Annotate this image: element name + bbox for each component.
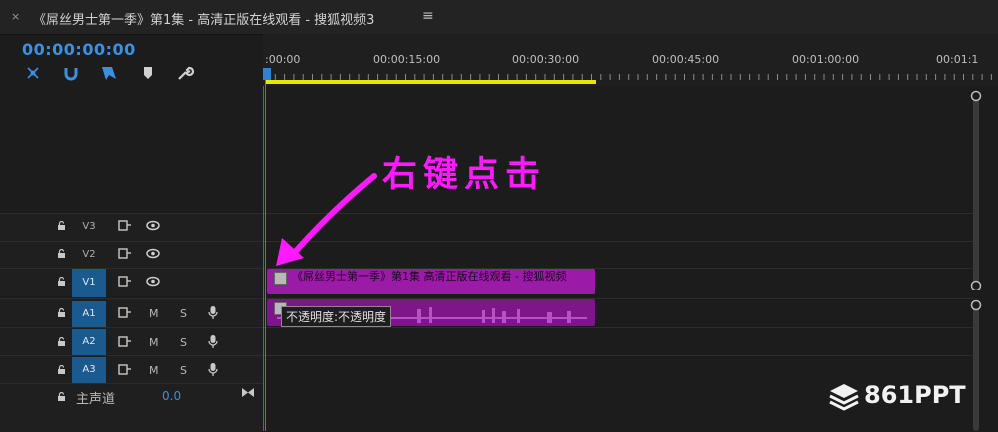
master-volume-value[interactable]: 0.0 [162,389,181,403]
sync-lock-icon[interactable] [118,307,132,318]
magnet-link-icon[interactable] [62,65,80,81]
eye-icon[interactable] [146,276,160,287]
fx-badge-icon [274,272,287,285]
video-scrollbar[interactable] [970,90,982,290]
ruler-ticks [266,74,992,80]
annotation-arrow [276,173,377,266]
solo-button[interactable]: S [180,336,187,349]
ruler-label: 00:00:15:00 [373,53,441,66]
track-name-v2[interactable]: V2 [72,242,106,268]
sync-lock-icon[interactable] [118,364,132,375]
ruler-label: 00:00:45:00 [652,53,720,66]
sync-lock-icon[interactable] [118,248,132,259]
sequence-tab-title[interactable]: 《屌丝男士第一季》第1集 - 高清正版在线观看 - 搜狐视频3 [33,9,374,28]
solo-button[interactable]: S [180,307,187,320]
mute-button[interactable]: M [149,307,159,320]
eye-icon[interactable] [146,248,160,259]
ruler-label: 00:01:00:00 [792,53,860,66]
timeline-left-border [263,86,264,431]
clip-name: 《屌丝男士第一季》第1集 高清正版在线观看 - 搜狐视频 [292,270,567,283]
lock-icon[interactable] [57,277,66,286]
snap-icon[interactable] [24,65,42,81]
eye-icon[interactable] [146,220,160,231]
track-name-a2[interactable]: A2 [72,329,106,355]
microphone-icon[interactable] [207,305,219,320]
track-name-v1[interactable]: V1 [72,269,106,297]
track-name-a3[interactable]: A3 [72,357,106,383]
ruler-label: 00:01:1 [936,53,979,66]
lock-icon[interactable] [57,365,66,374]
playhead-handle[interactable] [263,68,271,80]
audio-scrollbar[interactable] [970,298,982,431]
lock-icon[interactable] [57,308,66,317]
microphone-icon[interactable] [207,362,219,377]
watermark-text: 861PPT [864,381,966,409]
sync-lock-icon[interactable] [118,336,132,347]
track-name-a1[interactable]: A1 [72,301,106,327]
playhead-line[interactable] [265,68,266,431]
mute-button[interactable]: M [149,364,159,377]
marker-icon[interactable] [139,65,157,81]
ruler-label: 00:00:30:00 [512,53,580,66]
ruler-label: :00:00 [265,53,301,66]
lock-icon[interactable] [57,221,66,230]
playhead-timecode[interactable]: 00:00:00:00 [22,40,136,59]
lock-icon[interactable] [57,392,66,401]
layers-logo-icon [829,384,859,411]
opacity-tooltip: 不透明度:不透明度 [281,306,392,327]
lock-icon[interactable] [57,249,66,258]
annotation-text: 右键点击 [382,154,547,195]
sync-lock-icon[interactable] [118,276,132,287]
add-marker-icon[interactable] [100,65,118,81]
solo-button[interactable]: S [180,364,187,377]
track-header-master[interactable] [0,383,263,432]
go-to-end-icon[interactable] [241,387,255,398]
master-track-label: 主声道 [76,392,116,407]
close-panel-button[interactable]: × [11,10,20,23]
sync-lock-icon[interactable] [118,220,132,231]
lock-icon[interactable] [57,337,66,346]
mute-button[interactable]: M [149,336,159,349]
wrench-icon[interactable] [176,65,194,81]
microphone-icon[interactable] [207,334,219,349]
work-area-bar[interactable] [266,80,596,84]
track-lane-a2[interactable] [264,327,974,355]
panel-menu-button[interactable]: ≡ [422,8,434,24]
track-lane-a3[interactable] [264,355,974,383]
track-name-v3[interactable]: V3 [72,214,106,240]
